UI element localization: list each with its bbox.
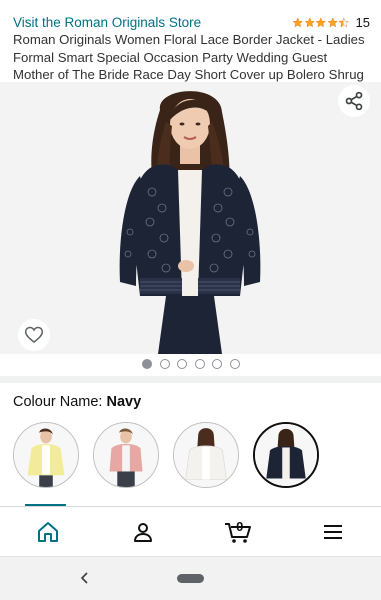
system-navigation-bar — [0, 556, 381, 600]
swatch-white[interactable] — [173, 422, 239, 488]
rating-count[interactable]: 15 — [356, 15, 370, 30]
page-dot[interactable] — [159, 359, 170, 369]
home-icon — [37, 521, 58, 542]
swatch-image — [94, 423, 158, 487]
share-icon — [345, 91, 363, 111]
rating[interactable]: 15 — [292, 15, 370, 30]
swatch-image — [255, 424, 317, 486]
nav-cart[interactable]: 0 — [214, 512, 262, 552]
nav-home[interactable] — [24, 512, 72, 552]
product-image-gallery[interactable] — [0, 82, 381, 354]
share-button[interactable] — [338, 85, 370, 117]
page-dot[interactable] — [142, 359, 152, 369]
page-dot[interactable] — [194, 359, 205, 369]
bottom-navigation: 0 — [0, 506, 381, 556]
header-row: Visit the Roman Originals Store 15 — [13, 12, 370, 32]
star-icon — [327, 16, 338, 27]
swatch-image — [14, 423, 78, 487]
star-icon — [315, 16, 326, 27]
store-link[interactable]: Visit the Roman Originals Store — [13, 15, 201, 30]
menu-icon — [324, 524, 343, 539]
page-dot[interactable] — [212, 359, 222, 369]
colour-label: Colour Name: — [13, 394, 107, 410]
section-divider — [0, 376, 381, 383]
swatch-yellow[interactable] — [13, 422, 79, 488]
account-icon — [133, 522, 152, 542]
half-star-icon — [338, 16, 349, 27]
heart-icon — [24, 326, 44, 344]
colour-swatches — [13, 422, 319, 488]
swatch-pink[interactable] — [93, 422, 159, 488]
star-icon — [292, 16, 303, 27]
home-gesture-pill[interactable] — [177, 574, 204, 583]
colour-name-row: Colour Name: Navy — [13, 394, 141, 410]
page-dot[interactable] — [177, 359, 187, 369]
swatch-navy[interactable] — [253, 422, 319, 488]
back-button[interactable] — [76, 569, 92, 587]
star-icon — [304, 16, 315, 27]
star-rating — [292, 16, 350, 28]
image-pagination[interactable] — [142, 359, 240, 369]
cart-count: 0 — [236, 518, 244, 534]
nav-account[interactable] — [119, 512, 167, 552]
product-image[interactable] — [100, 82, 280, 354]
colour-value: Navy — [106, 394, 142, 410]
page-dot[interactable] — [229, 359, 240, 369]
wishlist-button[interactable] — [18, 319, 50, 351]
nav-menu[interactable] — [309, 512, 357, 552]
swatch-image — [174, 423, 238, 487]
chevron-left-icon — [80, 572, 88, 584]
